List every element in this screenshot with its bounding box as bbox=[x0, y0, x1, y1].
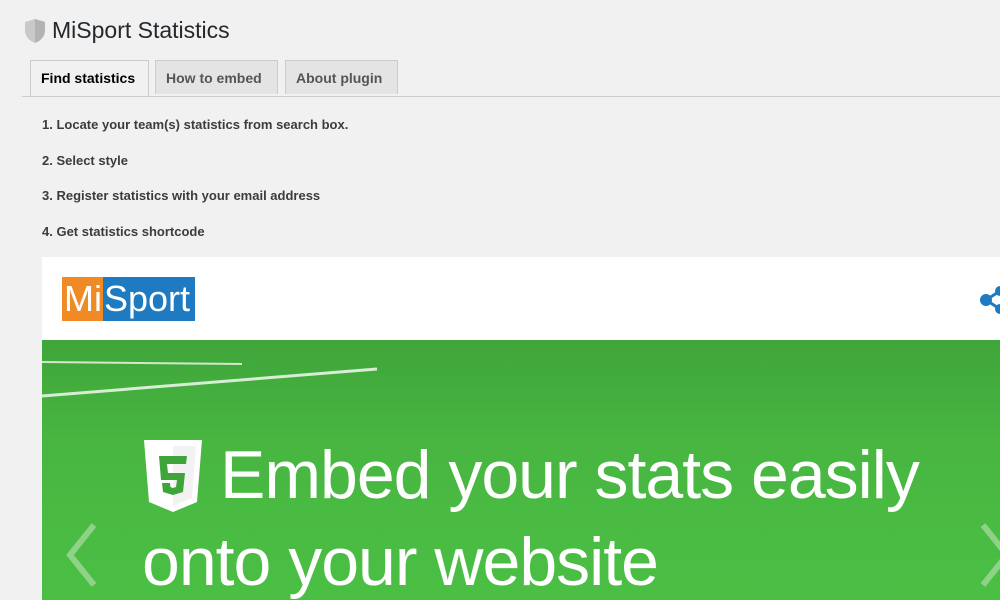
step-item: 2. Select style bbox=[42, 152, 128, 168]
misport-logo[interactable]: Mi Sport bbox=[62, 277, 196, 321]
carousel-prev-arrow-icon[interactable] bbox=[62, 520, 102, 590]
logo-mi: Mi bbox=[62, 277, 103, 321]
step-item: 3. Register statistics with your email a… bbox=[42, 188, 321, 203]
shield-icon bbox=[25, 18, 45, 43]
carousel-next-arrow-icon[interactable] bbox=[975, 520, 1000, 590]
page-title: MiSport Statistics bbox=[52, 17, 230, 43]
tab-about-plugin[interactable]: About plugin bbox=[285, 60, 398, 94]
tab-bar: Find statistics How to embed About plugi… bbox=[22, 60, 1000, 97]
hero-headline-line-2: onto your website bbox=[142, 524, 659, 600]
tab-find-statistics[interactable]: Find statistics bbox=[30, 60, 149, 96]
hero-banner: Embed your stats easily onto your websit… bbox=[42, 340, 1000, 600]
share-icon[interactable] bbox=[978, 285, 1000, 315]
tab-how-to-embed[interactable]: How to embed bbox=[155, 60, 278, 94]
hero-headline-line-1: Embed your stats easily bbox=[220, 437, 920, 513]
html5-icon bbox=[144, 440, 202, 512]
step-item: 1. Locate your team(s) statistics from s… bbox=[42, 117, 349, 132]
step-item: 4. Get statistics shortcode bbox=[42, 223, 205, 239]
page-header: MiSport Statistics bbox=[24, 17, 230, 44]
widget-header: Mi Sport bbox=[42, 257, 1000, 340]
steps-list: 1. Locate your team(s) statistics from s… bbox=[42, 117, 348, 259]
logo-sport: Sport bbox=[103, 277, 196, 321]
misport-widget-preview: Mi Sport Embed your stats easily onto you… bbox=[42, 257, 1000, 600]
